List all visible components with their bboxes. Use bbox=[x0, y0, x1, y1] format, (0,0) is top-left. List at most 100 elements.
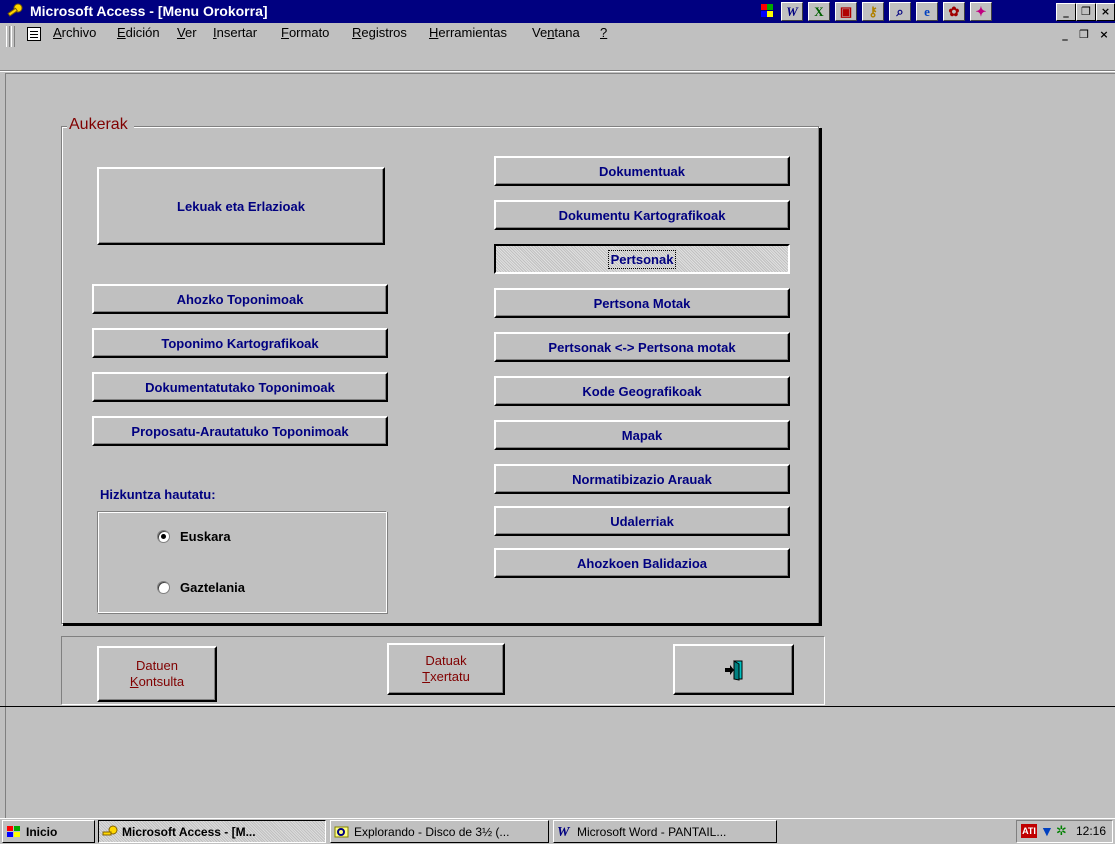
access-key-icon bbox=[7, 3, 23, 17]
radio-selected-dot bbox=[161, 534, 166, 539]
word-icon: W bbox=[557, 824, 570, 840]
group-shadow bbox=[63, 623, 822, 626]
menu-label: erramientas bbox=[438, 25, 508, 40]
menu-label: ormato bbox=[288, 25, 330, 40]
normatibizazio-arauak-button[interactable]: Normatibizazio Arauak bbox=[494, 464, 790, 494]
menu-mnemonic: A bbox=[53, 25, 62, 40]
button-label: Udalerriak bbox=[610, 513, 674, 529]
menu-grip bbox=[6, 26, 10, 47]
ahozko-toponimoak-button[interactable]: Ahozko Toponimoak bbox=[92, 284, 388, 314]
lekuak-erlazioak-button[interactable]: Lekuak eta Erlazioak bbox=[97, 167, 385, 245]
menu-label: tana bbox=[554, 25, 580, 40]
radio-euskara[interactable] bbox=[157, 530, 170, 543]
restore-icon[interactable]: ❐ bbox=[1076, 3, 1096, 21]
menu-mnemonic: V bbox=[177, 25, 185, 40]
menu-mnemonic: E bbox=[117, 25, 126, 40]
ati-icon[interactable]: ATI bbox=[1021, 824, 1037, 838]
button-label: Mapak bbox=[621, 427, 663, 443]
start-label: Inicio bbox=[26, 824, 58, 839]
radio-label-gaztelania[interactable]: Gaztelania bbox=[180, 580, 245, 595]
taskbar-access[interactable]: Microsoft Access - [M... bbox=[98, 820, 326, 843]
button-label-rest: ontsulta bbox=[138, 674, 185, 689]
dokumentuak-button[interactable]: Dokumentuak bbox=[494, 156, 790, 186]
doc-minimize-icon[interactable]: _ bbox=[1056, 27, 1074, 43]
dokumentatutako-toponimoak-button[interactable]: Dokumentatutako Toponimoak bbox=[92, 372, 388, 402]
datuak-txertatu-button[interactable]: Datuak Txertatu bbox=[387, 643, 505, 695]
doc-close-icon[interactable]: × bbox=[1095, 27, 1113, 43]
tray-app-icon[interactable]: ✲ bbox=[1056, 823, 1067, 839]
menu-ventana[interactable]: Ventana bbox=[532, 25, 580, 40]
form-footer-divider bbox=[0, 706, 1115, 707]
internet-explorer-icon[interactable]: e bbox=[916, 2, 938, 21]
button-label: Dokumentuak bbox=[599, 163, 685, 179]
doc-restore-icon[interactable]: ❐ bbox=[1075, 27, 1093, 43]
button-label: Kontsulta bbox=[130, 674, 184, 690]
task-label: Explorando - Disco de 3½ (... bbox=[354, 824, 510, 839]
minimize-icon[interactable]: _ bbox=[1056, 3, 1076, 21]
button-label: Dokumentu Kartografikoak bbox=[558, 207, 726, 223]
word-icon[interactable]: W bbox=[781, 2, 803, 21]
taskbar-word[interactable]: W Microsoft Word - PANTAIL... bbox=[553, 820, 777, 843]
client-edge bbox=[5, 73, 1115, 74]
menu-archivo[interactable]: Archivo bbox=[53, 25, 96, 40]
clock[interactable]: 12:16 bbox=[1076, 824, 1106, 838]
excel-icon[interactable]: X bbox=[808, 2, 830, 21]
task-label: Microsoft Word - PANTAIL... bbox=[577, 824, 727, 839]
datuen-kontsulta-button[interactable]: Datuen Kontsulta bbox=[97, 646, 217, 702]
radio-label-euskara[interactable]: Euskara bbox=[180, 529, 231, 544]
button-mnemonic: T bbox=[422, 669, 431, 684]
menu-herramientas[interactable]: Herramientas bbox=[429, 25, 507, 40]
menu-insertar[interactable]: Insertar bbox=[213, 25, 257, 40]
proposatu-arautatuko-button[interactable]: Proposatu-Arautatuko Toponimoak bbox=[92, 416, 388, 446]
button-label: Pertsonak bbox=[607, 249, 677, 269]
window-title: Microsoft Access - [Menu Orokorra] bbox=[30, 3, 268, 19]
access-icon[interactable]: ⚷ bbox=[862, 2, 884, 21]
dokumentu-kartografikoak-button[interactable]: Dokumentu Kartografikoak bbox=[494, 200, 790, 230]
group-label: Aukerak bbox=[67, 116, 134, 134]
exit-button[interactable] bbox=[673, 644, 794, 695]
start-button[interactable]: Inicio bbox=[2, 820, 95, 843]
office-tools-icon[interactable]: ✿ bbox=[943, 2, 965, 21]
menu-ver[interactable]: Ver bbox=[177, 25, 197, 40]
group-shadow bbox=[819, 128, 822, 626]
mapak-button[interactable]: Mapak bbox=[494, 420, 790, 450]
button-label: Normatibizazio Arauak bbox=[572, 471, 712, 487]
toponimo-kartografikoak-button[interactable]: Toponimo Kartografikoak bbox=[92, 328, 388, 358]
menu-mnemonic: H bbox=[429, 25, 439, 40]
button-label-rest: xertatu bbox=[430, 669, 470, 684]
button-label: Pertsonak <-> Pertsona motak bbox=[548, 339, 736, 355]
kode-geografikoak-button[interactable]: Kode Geografikoak bbox=[494, 376, 790, 406]
language-label: Hizkuntza hautatu: bbox=[100, 487, 216, 502]
menu-help[interactable]: ? bbox=[600, 25, 607, 40]
form-icon[interactable] bbox=[27, 27, 41, 41]
task-label: Microsoft Access - [M... bbox=[122, 824, 256, 839]
udalerriak-button[interactable]: Udalerriak bbox=[494, 506, 790, 536]
button-label: Kode Geografikoak bbox=[582, 383, 702, 399]
radio-gaztelania[interactable] bbox=[157, 581, 170, 594]
pertsonak-pertsona-motak-button[interactable]: Pertsonak <-> Pertsona motak bbox=[494, 332, 790, 362]
menu-edicion[interactable]: Edición bbox=[117, 25, 160, 40]
pertsona-motak-button[interactable]: Pertsona Motak bbox=[494, 288, 790, 318]
menu-mnemonic: ? bbox=[600, 25, 608, 40]
menu-label: Ve bbox=[532, 25, 548, 40]
menu-label: er bbox=[184, 25, 197, 40]
close-icon[interactable]: × bbox=[1096, 3, 1115, 21]
ahozkoen-balidazioa-button[interactable]: Ahozkoen Balidazioa bbox=[494, 548, 790, 578]
powerpoint-icon[interactable]: ▣ bbox=[835, 2, 857, 21]
network-icon[interactable]: ▼ bbox=[1040, 823, 1054, 839]
office-bar-icon[interactable] bbox=[757, 2, 775, 21]
explorer-icon[interactable]: ⌕ bbox=[889, 2, 911, 21]
menu-registros[interactable]: Registros bbox=[352, 25, 407, 40]
menu-label: rchivo bbox=[61, 25, 97, 40]
button-label: Ahozko Toponimoak bbox=[176, 291, 304, 307]
button-mnemonic: K bbox=[129, 674, 139, 689]
menu-formato[interactable]: Formato bbox=[281, 25, 329, 40]
shortcut-bar-icon[interactable]: ✦ bbox=[970, 2, 992, 21]
exit-door-icon bbox=[724, 659, 742, 681]
menu-mnemonic: R bbox=[352, 25, 362, 40]
explorer-icon bbox=[334, 826, 349, 837]
button-label: Proposatu-Arautatuko Toponimoak bbox=[131, 423, 349, 439]
pertsonak-button[interactable]: Pertsonak bbox=[494, 244, 790, 274]
language-option-group bbox=[97, 511, 387, 613]
taskbar-explorer[interactable]: Explorando - Disco de 3½ (... bbox=[330, 820, 549, 843]
